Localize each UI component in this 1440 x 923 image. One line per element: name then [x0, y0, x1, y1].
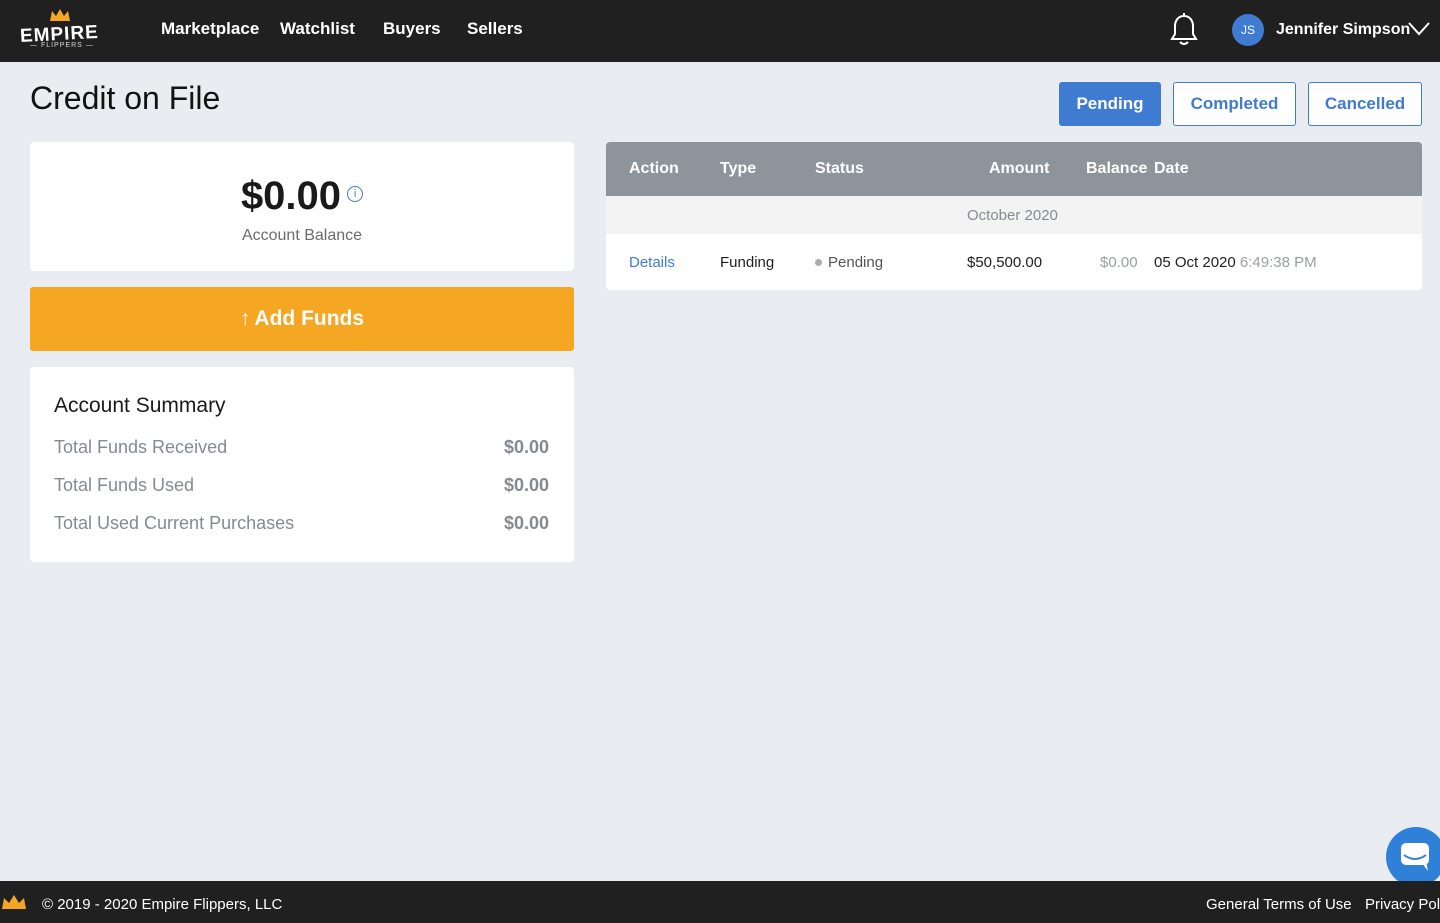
info-icon[interactable]: i	[347, 186, 364, 203]
account-balance-value: $0.00 i	[30, 174, 574, 219]
column-header-date: Date	[1154, 160, 1189, 177]
crown-icon	[50, 9, 70, 21]
terms-of-use-link[interactable]: General Terms of Use	[1206, 896, 1352, 913]
transaction-balance: $0.00	[1100, 254, 1138, 271]
copyright-text: © 2019 - 2020 Empire Flippers, LLC	[42, 896, 283, 913]
summary-row-value: $0.00	[503, 513, 549, 533]
logo-tagline: — FLIPPERS —	[30, 42, 94, 49]
bell-icon[interactable]	[1168, 13, 1200, 47]
tab-cancelled[interactable]: Cancelled	[1308, 82, 1422, 126]
nav-buyers[interactable]: Buyers	[383, 19, 441, 39]
chat-icon	[1401, 843, 1429, 871]
balance-amount: $0.00	[240, 174, 342, 218]
column-header-type: Type	[720, 160, 757, 177]
avatar[interactable]: JS	[1232, 14, 1264, 46]
table-header: Action Type Status Amount Balance Date	[606, 142, 1422, 196]
privacy-policy-link[interactable]: Privacy Policy	[1365, 896, 1440, 913]
transactions-table: Action Type Status Amount Balance Date O…	[606, 142, 1422, 290]
month-group-label: October 2020	[967, 207, 1058, 224]
nav-sellers[interactable]: Sellers	[467, 19, 523, 39]
transaction-date: 05 Oct 2020 6:49:38 PM	[1154, 254, 1317, 271]
add-funds-label: Add Funds	[254, 307, 365, 330]
summary-row-label: Total Funds Received	[54, 437, 228, 457]
summary-row: Total Funds Used $0.00	[54, 475, 549, 499]
status-dot-icon	[815, 258, 822, 266]
add-funds-button[interactable]: ↑ Add Funds	[30, 287, 574, 351]
column-header-action: Action	[629, 160, 679, 177]
transaction-amount: $50,500.00	[967, 254, 1043, 271]
footer: © 2019 - 2020 Empire Flippers, LLC Gener…	[0, 881, 1440, 923]
column-header-amount: Amount	[989, 160, 1050, 177]
summary-row: Total Used Current Purchases $0.00	[54, 513, 549, 537]
empire-flippers-logo[interactable]: EMPIRE — FLIPPERS —	[18, 9, 100, 53]
date-value: 05 Oct 2020	[1154, 254, 1236, 271]
arrow-up-icon: ↑	[239, 307, 251, 330]
page-title: Credit on File	[30, 80, 221, 116]
user-name[interactable]: Jennifer Simpson	[1276, 21, 1410, 39]
account-balance-label: Account Balance	[241, 227, 363, 244]
top-navigation-bar: EMPIRE — FLIPPERS — Marketplace Watchlis…	[0, 0, 1440, 62]
column-header-status: Status	[815, 160, 864, 177]
chevron-down-icon[interactable]	[1408, 22, 1430, 36]
transaction-type: Funding	[720, 254, 775, 271]
crown-icon	[2, 895, 26, 909]
account-summary-card: Account Summary Total Funds Received $0.…	[30, 367, 574, 562]
account-summary-title: Account Summary	[54, 394, 226, 417]
summary-row-value: $0.00	[503, 475, 549, 495]
summary-row: Total Funds Received $0.00	[54, 437, 549, 461]
summary-row-label: Total Funds Used	[54, 475, 195, 495]
chat-widget-button[interactable]	[1386, 827, 1440, 887]
nav-watchlist[interactable]: Watchlist	[280, 19, 355, 39]
column-header-balance: Balance	[1086, 160, 1148, 177]
nav-marketplace[interactable]: Marketplace	[161, 19, 259, 39]
time-value: 6:49:38 PM	[1239, 254, 1317, 271]
account-balance-card: $0.00 i Account Balance	[30, 142, 574, 271]
status-label: Pending	[828, 254, 884, 271]
tab-pending[interactable]: Pending	[1059, 82, 1161, 126]
summary-row-label: Total Used Current Purchases	[54, 513, 295, 533]
transaction-status: Pending	[815, 254, 883, 271]
summary-row-value: $0.00	[503, 437, 549, 457]
month-group-row: October 2020	[606, 196, 1422, 234]
details-link[interactable]: Details	[629, 254, 675, 271]
tab-completed[interactable]: Completed	[1173, 82, 1296, 126]
